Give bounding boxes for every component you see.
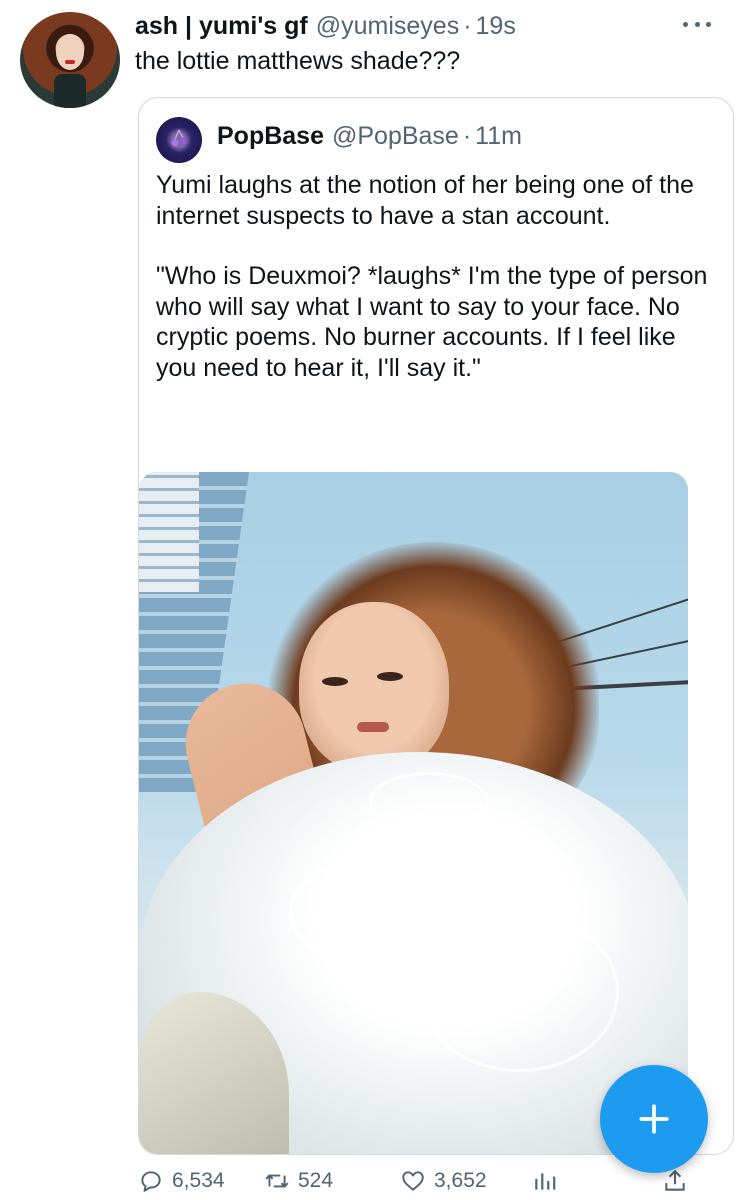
retweet-icon [265,1174,289,1188]
quote-author-name[interactable]: PopBase [217,122,324,151]
avatar-neck [54,74,86,108]
tweet[interactable]: ash | yumi's gf @yumiseyes · 19s the lot… [0,0,739,1200]
more-dot [706,21,711,27]
analytics-icon [535,1173,556,1190]
photo-eye [322,677,348,686]
plus-icon [639,1104,669,1134]
retweet-button[interactable]: 524 [264,1168,333,1194]
more-icon[interactable] [683,18,711,30]
quoted-tweet[interactable]: PopBase @PopBase · 11m Yumi laughs at th… [138,97,734,1155]
tweet-actions: 6,534 524 3,652 [138,1168,698,1200]
retweet-count: 524 [298,1169,334,1192]
share-icon [665,1169,685,1191]
share-button[interactable] [662,1168,696,1194]
photo-ruffle [369,772,489,832]
separator-dot: · [463,12,472,40]
reply-button[interactable]: 6,534 [138,1168,225,1194]
tweet-text: the lottie matthews shade??? [135,47,461,75]
photo-lips [357,722,389,732]
photo-eye [377,672,403,681]
author-name[interactable]: ash | yumi's gf [135,12,308,41]
cherry-icon [171,129,187,147]
like-button[interactable]: 3,652 [400,1168,487,1194]
reply-icon [141,1171,161,1192]
photo-ruffle [419,912,619,1072]
avatar-face [56,34,84,70]
tweet-timestamp[interactable]: 19s [476,12,516,41]
tweet-header: ash | yumi's gf @yumiseyes · 19s [135,12,679,44]
quote-header: PopBase @PopBase · 11m [217,122,522,151]
heart-icon [402,1171,424,1191]
photo-face [299,602,449,772]
like-count: 3,652 [434,1169,487,1192]
more-dot [683,21,688,27]
reply-count: 6,534 [172,1169,225,1192]
photo-building-top [139,472,199,592]
author-avatar[interactable] [20,12,120,108]
compose-button[interactable] [600,1065,708,1173]
author-handle[interactable]: @yumiseyes [316,12,459,41]
quote-author-avatar[interactable] [156,117,202,163]
separator-dot: · [462,122,472,150]
avatar-lips [65,60,75,64]
quote-text: Yumi laughs at the notion of her being o… [156,170,716,413]
more-dot [694,21,700,27]
quote-paragraph: "Who is Deuxmoi? *laughs* I'm the type o… [156,262,708,382]
quote-paragraph: Yumi laughs at the notion of her being o… [156,171,694,230]
quote-timestamp[interactable]: 11m [475,122,522,151]
analytics-button[interactable] [532,1168,566,1194]
quote-photo[interactable] [139,472,688,1154]
quote-author-handle[interactable]: @PopBase [332,122,459,151]
